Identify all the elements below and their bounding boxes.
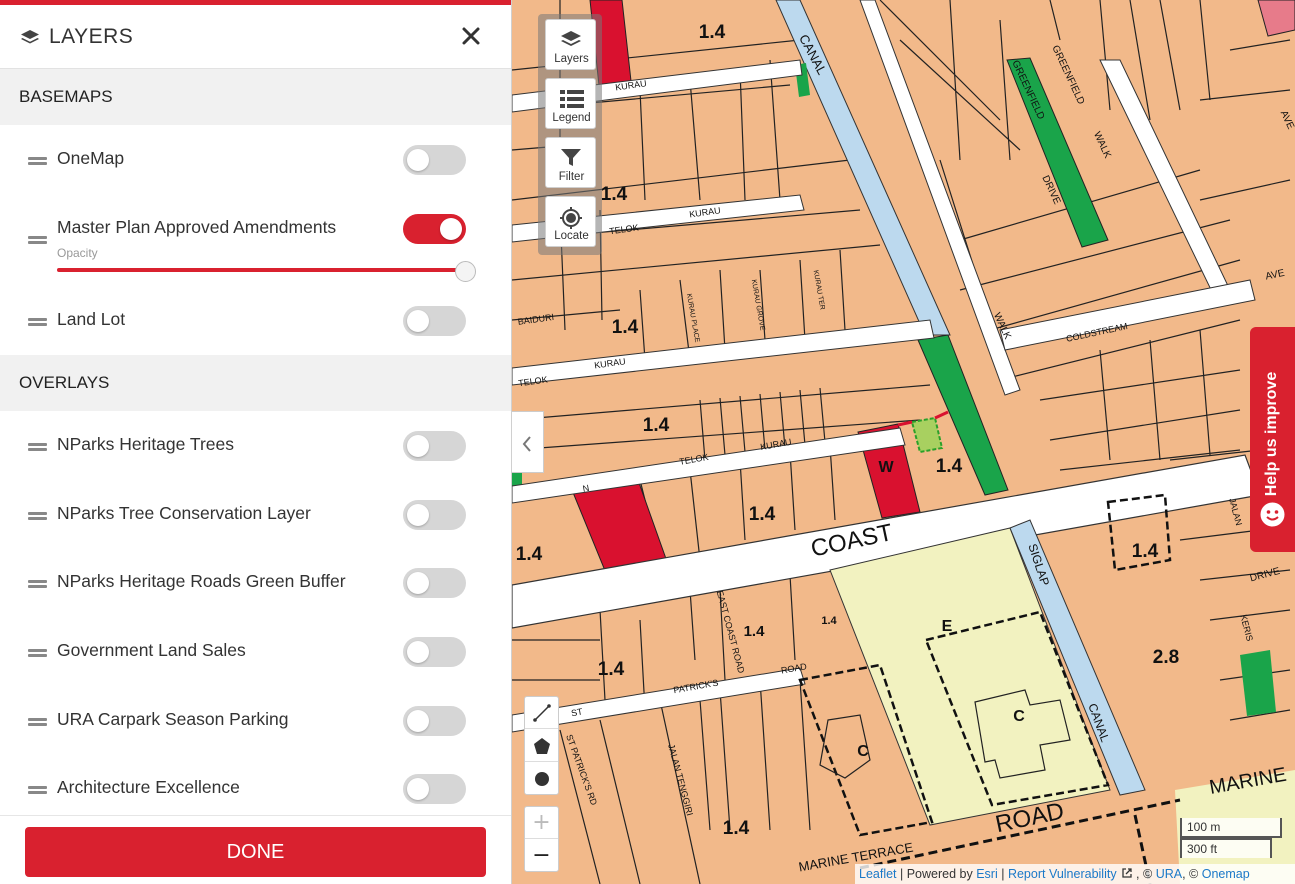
drag-handle-icon[interactable] bbox=[28, 443, 47, 451]
toggle-master-plan[interactable] bbox=[403, 214, 466, 244]
done-button[interactable]: DONE bbox=[25, 827, 486, 877]
toggle-government-land-sales[interactable] bbox=[403, 637, 466, 667]
draw-line-button[interactable] bbox=[525, 697, 558, 729]
drag-handle-icon[interactable] bbox=[28, 786, 47, 794]
map-legend-button[interactable]: Legend bbox=[545, 78, 596, 129]
layer-row-land-lot: Land Lot bbox=[0, 296, 511, 346]
scale-bar-imperial: 300 ft bbox=[1180, 838, 1272, 858]
legend-icon bbox=[560, 90, 584, 108]
layer-label: URA Carpark Season Parking bbox=[57, 709, 289, 729]
report-vulnerability-link[interactable]: Report Vulnerability bbox=[1008, 867, 1117, 881]
zoom-out-button[interactable]: − bbox=[525, 840, 558, 872]
drag-handle-icon[interactable] bbox=[28, 236, 47, 244]
draw-toolbar bbox=[524, 696, 559, 795]
map-locate-button[interactable]: Locate bbox=[545, 196, 596, 247]
map-filter-label: Filter bbox=[558, 171, 585, 183]
zoom-in-button[interactable]: + bbox=[525, 807, 558, 839]
map-locate-label: Locate bbox=[554, 230, 589, 242]
filter-icon bbox=[561, 149, 581, 166]
toggle-architecture-excellence[interactable] bbox=[403, 774, 466, 804]
close-icon[interactable] bbox=[460, 25, 482, 47]
circle-icon bbox=[535, 772, 549, 786]
layer-row-heritage-roads: NParks Heritage Roads Green Buffer bbox=[0, 558, 511, 608]
esri-link[interactable]: Esri bbox=[976, 867, 998, 881]
map-legend-label: Legend bbox=[552, 112, 591, 124]
collapse-panel-button[interactable] bbox=[512, 411, 544, 473]
map-filter-button[interactable]: Filter bbox=[545, 137, 596, 188]
layer-label: Architecture Excellence bbox=[57, 777, 240, 797]
smiley-icon bbox=[1260, 502, 1285, 527]
attribution-text: | Powered by bbox=[896, 867, 977, 881]
layer-label: NParks Heritage Trees bbox=[57, 434, 235, 454]
drag-handle-icon[interactable] bbox=[28, 512, 47, 520]
overlays-section-header: OVERLAYS bbox=[0, 355, 511, 411]
chevron-left-icon bbox=[522, 436, 531, 452]
attribution-separator: , © bbox=[1132, 867, 1156, 881]
zoom-control: + − bbox=[524, 806, 559, 872]
layer-label: Land Lot bbox=[57, 309, 126, 329]
panel-title: LAYERS bbox=[49, 25, 134, 48]
layer-label: Government Land Sales bbox=[57, 640, 246, 660]
map-attribution: Leaflet | Powered by Esri | Report Vulne… bbox=[855, 864, 1295, 884]
toggle-heritage-roads[interactable] bbox=[403, 568, 466, 598]
help-us-improve-label: Help us improve bbox=[1263, 371, 1280, 497]
leaflet-link[interactable]: Leaflet bbox=[859, 867, 897, 881]
scale-bar-metric: 100 m bbox=[1180, 818, 1282, 838]
basemaps-section-header: BASEMAPS bbox=[0, 69, 511, 125]
layers-icon bbox=[21, 30, 39, 44]
drag-handle-icon[interactable] bbox=[28, 157, 47, 165]
layer-row-carpark-season: URA Carpark Season Parking bbox=[0, 696, 511, 746]
draw-polygon-button[interactable] bbox=[525, 730, 558, 762]
layer-label: Master Plan Approved Amendments bbox=[57, 217, 337, 237]
locate-icon bbox=[560, 207, 582, 229]
layer-row-government-land-sales: Government Land Sales bbox=[0, 627, 511, 677]
toggle-onemap[interactable] bbox=[403, 145, 466, 175]
ura-link[interactable]: URA bbox=[1156, 867, 1182, 881]
drag-handle-icon[interactable] bbox=[28, 580, 47, 588]
external-link-icon bbox=[1121, 868, 1132, 878]
map-basemap[interactable] bbox=[512, 0, 1295, 884]
polyline-icon bbox=[533, 704, 551, 722]
map-layers-button[interactable]: Layers bbox=[545, 19, 596, 70]
drag-handle-icon[interactable] bbox=[28, 318, 47, 326]
panel-footer: DONE bbox=[0, 815, 511, 884]
opacity-label: Opacity bbox=[57, 246, 98, 260]
layer-label: NParks Heritage Roads Green Buffer bbox=[57, 571, 346, 591]
layer-row-architecture-excellence: Architecture Excellence bbox=[0, 764, 511, 814]
layer-row-heritage-trees: NParks Heritage Trees bbox=[0, 421, 511, 471]
polygon-icon bbox=[534, 738, 550, 754]
panel-header: LAYERS bbox=[0, 5, 511, 69]
onemap-link[interactable]: Onemap bbox=[1202, 867, 1250, 881]
opacity-slider-thumb[interactable] bbox=[455, 261, 476, 282]
layers-icon bbox=[561, 31, 581, 46]
layers-panel: LAYERS BASEMAPS OneMap Master Plan Appro… bbox=[0, 0, 512, 884]
layer-row-tree-conservation: NParks Tree Conservation Layer bbox=[0, 490, 511, 540]
drag-handle-icon[interactable] bbox=[28, 718, 47, 726]
toggle-land-lot[interactable] bbox=[403, 306, 466, 336]
layer-label: OneMap bbox=[57, 148, 125, 168]
map-layers-label: Layers bbox=[554, 53, 589, 65]
layer-row-onemap: OneMap bbox=[0, 135, 511, 185]
map-canvas[interactable]: 1.4 1.4 1.4 1.4 1.4 1.4 1.4 1.4 1.4 1.4 1.4 1.4 2.8 W… bbox=[512, 0, 1295, 884]
attribution-separator: | bbox=[997, 867, 1008, 881]
draw-circle-button[interactable] bbox=[525, 763, 558, 795]
toggle-heritage-trees[interactable] bbox=[403, 431, 466, 461]
layer-label: NParks Tree Conservation Layer bbox=[57, 503, 311, 523]
toggle-tree-conservation[interactable] bbox=[403, 500, 466, 530]
opacity-slider-track[interactable] bbox=[57, 268, 465, 272]
drag-handle-icon[interactable] bbox=[28, 649, 47, 657]
attribution-separator: , © bbox=[1182, 867, 1202, 881]
toggle-carpark-season[interactable] bbox=[403, 706, 466, 736]
help-us-improve-tab[interactable]: Help us improve bbox=[1250, 327, 1295, 552]
